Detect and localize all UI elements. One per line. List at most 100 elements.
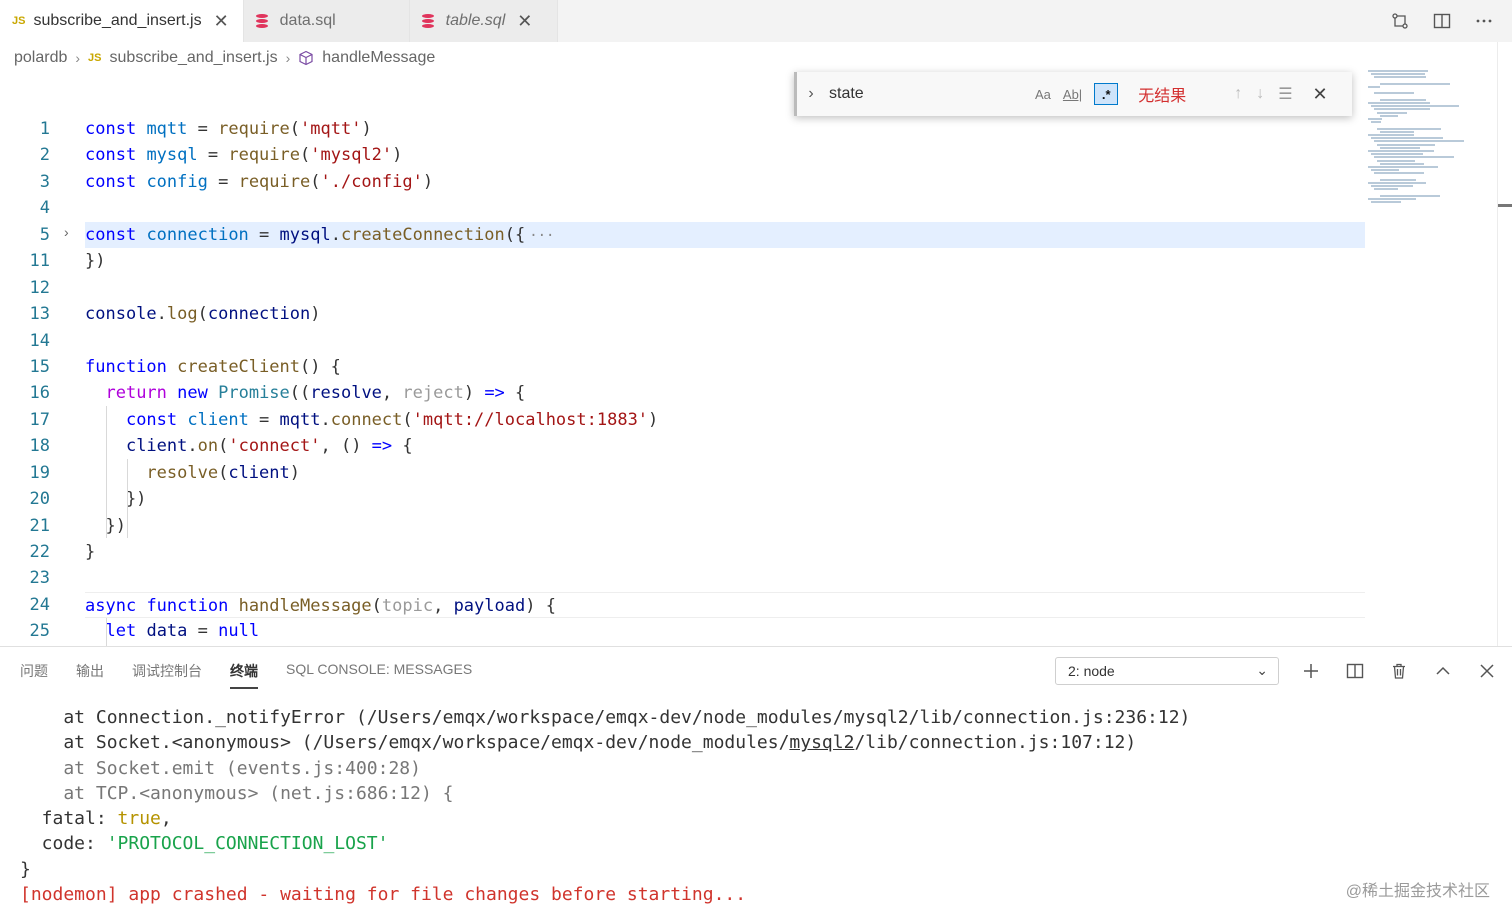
code-line: const config = require('./config'): [85, 171, 434, 192]
scrollbar-thumb[interactable]: [1498, 204, 1512, 207]
line-number-gutter: 1 2 3 4 5 11 12 13 14 15 16 17 18 19 20 21 22 23 24 25: [0, 116, 62, 645]
tab-label: data.sql: [279, 12, 336, 29]
minimap-line: [1380, 82, 1450, 85]
code-line: client.on('connect', () => {: [125, 436, 413, 457]
breadcrumb: polardb › JS subscribe_and_insert.js › h…: [14, 46, 435, 70]
tab-output[interactable]: 输出: [76, 661, 104, 689]
code-line: console.log(connection): [85, 304, 321, 325]
minimap-line: [1380, 162, 1424, 165]
split-editor-icon[interactable]: [1432, 11, 1452, 31]
line-number: 5: [39, 224, 50, 245]
terminal-selector[interactable]: 2: node ⌄: [1055, 657, 1279, 685]
code-content[interactable]: const mqtt = require('mqtt') const mysql…: [85, 116, 1365, 645]
toggle-replace-icon[interactable]: ›: [797, 85, 825, 103]
find-result-status: 无结果: [1138, 88, 1187, 105]
split-terminal-icon[interactable]: [1344, 660, 1366, 682]
tab-problems[interactable]: 问题: [20, 661, 48, 689]
close-find-icon[interactable]: ✕: [1313, 84, 1328, 105]
minimap-line: [1380, 194, 1440, 197]
close-panel-icon[interactable]: [1476, 660, 1498, 682]
line-number: 15: [29, 356, 50, 377]
line-number: 2: [39, 145, 50, 166]
editor-scrollbar[interactable]: [1497, 42, 1512, 646]
code-line: function createClient() {: [85, 356, 341, 377]
line-number: 25: [29, 621, 50, 642]
find-input[interactable]: state: [825, 85, 1035, 103]
terminal-selector-value: 2: node: [1068, 663, 1115, 679]
tab-terminal[interactable]: 终端: [230, 661, 258, 689]
tab-debug-console[interactable]: 调试控制台: [132, 661, 202, 689]
chevron-right-icon: ›: [75, 50, 81, 66]
match-case-toggle[interactable]: Aa: [1035, 83, 1051, 105]
chevron-right-icon: ›: [285, 50, 291, 66]
line-number: 12: [29, 277, 50, 298]
code-line: const mysql = require('mysql2'): [85, 145, 403, 166]
find-in-selection-icon[interactable]: ☰: [1278, 84, 1292, 104]
minimap-line: [1368, 102, 1430, 104]
folded-region-marker[interactable]: ···: [529, 228, 554, 244]
trash-icon[interactable]: [1388, 660, 1410, 682]
minimap-line: [1380, 114, 1398, 117]
terminal-output[interactable]: at Connection._notifyError (/Users/emqx/…: [20, 705, 1492, 907]
tab-label: subscribe_and_insert.js: [33, 12, 202, 29]
tab-data-sql[interactable]: data.sql: [243, 0, 410, 42]
minimap-line: [1368, 150, 1434, 152]
minimap-line: [1368, 118, 1382, 120]
minimap-line: [1368, 134, 1414, 136]
code-line: return new Promise((resolve, reject) => …: [105, 383, 526, 404]
more-actions-icon[interactable]: [1474, 11, 1494, 31]
regex-toggle[interactable]: .*: [1094, 83, 1119, 105]
terminal-line: }: [20, 858, 31, 880]
panel-actions: [1300, 657, 1498, 685]
tab-table-sql[interactable]: table.sql ✕: [409, 0, 558, 42]
terminal-link[interactable]: mysql2: [789, 732, 854, 753]
method-symbol-icon: [298, 50, 314, 66]
match-whole-word-toggle[interactable]: Ab|: [1063, 83, 1082, 105]
minimap-line: [1377, 143, 1435, 146]
chevron-down-icon: ⌄: [1256, 662, 1268, 678]
code-line: }): [85, 251, 106, 272]
next-match-icon[interactable]: ↓: [1256, 85, 1264, 103]
minimap-line: [1380, 146, 1420, 149]
minimap-line: [1368, 182, 1426, 184]
terminal-error-line: [nodemon] app crashed - waiting for file…: [20, 884, 747, 906]
previous-match-icon[interactable]: ↑: [1234, 85, 1242, 103]
terminal-line: at Socket.<anonymous> (/Users/emqx/works…: [20, 732, 1137, 754]
close-tab-icon[interactable]: ✕: [214, 11, 229, 32]
close-tab-icon[interactable]: ✕: [517, 11, 532, 32]
minimap-line: [1374, 76, 1426, 79]
editor-actions: [1390, 0, 1494, 42]
line-number: 4: [39, 198, 50, 219]
code-line: }): [105, 515, 126, 536]
editor-tab-bar: JS subscribe_and_insert.js ✕ data.sql ta…: [0, 0, 1512, 42]
line-number: 24: [29, 594, 50, 615]
minimap-line: [1368, 70, 1428, 72]
code-line: const client = mqtt.connect('mqtt://loca…: [125, 409, 659, 430]
fold-expand-icon[interactable]: ›: [64, 224, 69, 240]
terminal-line: at TCP.<anonymous> (net.js:686:12) {: [20, 782, 454, 804]
code-line: }): [85, 489, 147, 510]
bottom-panel: 问题 输出 调试控制台 终端 SQL CONSOLE: MESSAGES 2: …: [0, 646, 1512, 923]
line-number: 1: [39, 119, 50, 139]
tab-subscribe-and-insert[interactable]: JS subscribe_and_insert.js ✕: [0, 0, 244, 42]
breadcrumb-file[interactable]: subscribe_and_insert.js: [110, 49, 278, 67]
code-line-current: async function handleMessage(topic, payl…: [85, 591, 1365, 619]
code-editor[interactable]: 1 2 3 4 5 11 12 13 14 15 16 17 18 19 20 21 22 23 24 25 › co…: [0, 78, 1497, 646]
line-number: 18: [29, 436, 50, 457]
breadcrumb-folder[interactable]: polardb: [14, 49, 67, 67]
minimap-line: [1368, 86, 1380, 88]
tab-sql-console-messages[interactable]: SQL CONSOLE: MESSAGES: [286, 661, 472, 689]
new-terminal-icon[interactable]: [1300, 660, 1322, 682]
open-changes-icon[interactable]: [1390, 11, 1410, 31]
minimap[interactable]: [1368, 70, 1496, 210]
maximize-panel-icon[interactable]: [1432, 660, 1454, 682]
minimap-line: [1371, 153, 1423, 156]
terminal-line: at Connection._notifyError (/Users/emqx/…: [20, 707, 1191, 728]
minimap-line: [1368, 198, 1416, 200]
breadcrumb-symbol[interactable]: handleMessage: [322, 49, 435, 67]
minimap-line: [1371, 169, 1399, 172]
minimap-line: [1380, 178, 1416, 181]
